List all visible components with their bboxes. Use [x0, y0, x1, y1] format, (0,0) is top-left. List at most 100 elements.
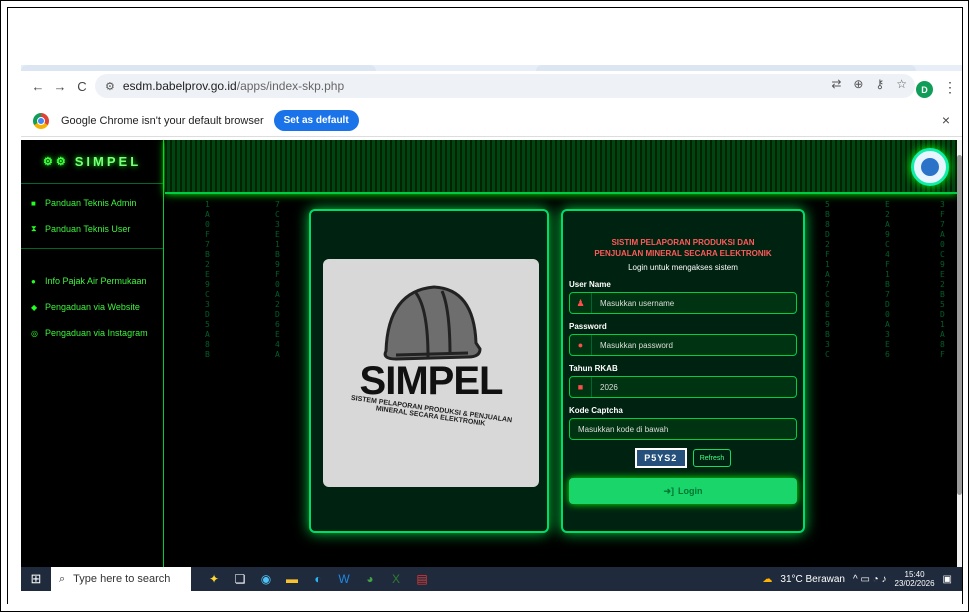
hourglass-icon: ⧗: [31, 224, 37, 233]
excel-icon[interactable]: X: [383, 572, 409, 586]
zoom-icon[interactable]: ⊕: [853, 77, 863, 91]
forward-button[interactable]: →: [49, 75, 71, 97]
captcha-placeholder: Masukkan kode di bawah: [578, 424, 669, 434]
word-icon[interactable]: W: [331, 572, 357, 586]
default-browser-infobar: Google Chrome isn't your default browser…: [21, 105, 962, 137]
sidebar-item-info-pajak[interactable]: ● Info Pajak Air Permukaan: [21, 268, 163, 294]
key-icon[interactable]: ⚷: [875, 77, 884, 91]
search-placeholder: Type here to search: [73, 573, 171, 585]
pdf-icon[interactable]: ▤: [409, 572, 435, 586]
brand-text: SIMPEL: [74, 154, 142, 169]
password-placeholder: Masukkan password: [600, 340, 673, 350]
captcha-image: P5YS2: [634, 448, 687, 468]
book-icon: ■: [31, 198, 36, 208]
main-area: 1A0F7B2E9C3D5A8B 7C3E1B9F0A2D6E4A 5B8D2F…: [165, 140, 957, 567]
widgets-icon[interactable]: ◉: [253, 572, 279, 586]
translate-icon[interactable]: ⇄: [831, 77, 841, 91]
login-card: SISTIM PELAPORAN PRODUKSI DAN PENJUALAN …: [561, 209, 805, 533]
notification-icon[interactable]: ▣: [943, 574, 952, 585]
year-label: Tahun RKAB: [569, 364, 618, 373]
simpel-logo: SIMPEL SISTEM PELAPORAN PRODUKSI & PENJU…: [323, 259, 539, 487]
clock-time: 15:40: [904, 570, 925, 579]
gears-icon: ⚙⚙: [43, 156, 69, 168]
edge-icon[interactable]: ◐: [305, 572, 331, 586]
username-label: User Name: [569, 280, 611, 289]
site-info-icon[interactable]: ⚙: [105, 80, 115, 93]
sidebar-item-label: Pengaduan via Instagram: [45, 328, 148, 338]
sidebar-item-panduan-user[interactable]: ⧗ Panduan Teknis User: [21, 216, 163, 242]
username-placeholder: Masukkan username: [600, 298, 675, 308]
calendar-icon: ■: [570, 377, 592, 397]
set-default-button[interactable]: Set as default: [273, 110, 359, 131]
address-bar[interactable]: ⚙ esdm.babelprov.go.id/apps/index-skp.ph…: [95, 74, 915, 98]
login-title-line2: PENJUALAN MINERAL SECARA ELEKTRONIK: [594, 249, 772, 258]
header-band: [165, 140, 957, 194]
sidebar: ⚙⚙ SIMPEL ■ Panduan Teknis Admin ⧗ Panduan…: [21, 140, 164, 567]
user-icon: ♟: [570, 293, 592, 313]
taskbar-clock[interactable]: 15:40 23/02/2026: [895, 570, 935, 588]
password-field[interactable]: ● Masukkan password: [569, 334, 797, 356]
province-emblem-icon: [911, 148, 949, 186]
omnibox-actions: ⇄ ⊕ ⚷ ☆: [831, 77, 907, 91]
scrollbar-thumb[interactable]: [957, 155, 962, 495]
login-title-line1: SISTIM PELAPORAN PRODUKSI DAN: [611, 238, 755, 247]
captcha-label: Kode Captcha: [569, 406, 623, 415]
weather-icon: ☁: [762, 573, 773, 585]
username-field[interactable]: ♟ Masukkan username: [569, 292, 797, 314]
sparkle-icon[interactable]: ✦: [201, 572, 227, 586]
matrix-rain: 1A0F7B2E9C3D5A8B: [205, 200, 210, 359]
url-path: /apps/index-skp.php: [236, 79, 345, 93]
logo-wordmark: SIMPEL: [359, 359, 504, 403]
weather-text[interactable]: 31°C Berawan: [780, 574, 845, 585]
matrix-rain: 7C3E1B9F0A2D6E4A: [275, 200, 280, 359]
infobar-message: Google Chrome isn't your default browser: [61, 114, 264, 127]
sidebar-divider: [21, 248, 163, 268]
refresh-captcha-button[interactable]: Refresh: [692, 449, 732, 467]
file-explorer-icon[interactable]: ▬: [279, 572, 305, 586]
reload-button[interactable]: C: [71, 75, 93, 97]
brand-logo[interactable]: ⚙⚙ SIMPEL: [21, 140, 163, 184]
back-button[interactable]: ←: [27, 75, 49, 97]
taskbar-search[interactable]: ⌕ Type here to search: [51, 567, 191, 591]
year-field[interactable]: ■ 2026: [569, 376, 797, 398]
sidebar-item-pengaduan-instagram[interactable]: ◎ Pengaduan via Instagram: [21, 320, 163, 346]
login-arrow-icon: ➜]: [663, 485, 675, 496]
instagram-icon: ◎: [31, 328, 38, 338]
browser-window: ← → C ⚙ esdm.babelprov.go.id/apps/index-…: [21, 65, 962, 567]
chrome-icon: [33, 112, 49, 129]
system-tray: ☁ 31°C Berawan ^ ▭ ◔ ♪ 15:40 23/02/2026 …: [762, 570, 952, 588]
lock-icon: ●: [570, 335, 592, 355]
matrix-rain: E2A9C4F1B7D0A3E6: [885, 200, 890, 359]
year-value: 2026: [600, 382, 618, 392]
login-button[interactable]: ➜] Login: [569, 478, 797, 504]
task-view-icon[interactable]: ❏: [227, 572, 253, 586]
tray-icons[interactable]: ^ ▭ ◔ ♪: [853, 574, 887, 585]
matrix-rain: 5B8D2F1A7C0E9B3C: [825, 200, 830, 359]
login-subtitle: Login untuk mengakses sistem: [628, 263, 738, 272]
logo-card: SIMPEL SISTEM PELAPORAN PRODUKSI & PENJU…: [309, 209, 549, 533]
login-button-label: Login: [678, 486, 703, 496]
profile-avatar[interactable]: D: [916, 81, 933, 98]
captcha-row: P5YS2 Refresh: [569, 448, 797, 468]
sidebar-item-label: Panduan Teknis Admin: [45, 198, 137, 208]
url-host: esdm.babelprov.go.id: [122, 79, 237, 93]
clock-date: 23/02/2026: [894, 579, 935, 588]
sidebar-item-panduan-admin[interactable]: ■ Panduan Teknis Admin: [21, 190, 163, 216]
simpel-page: ⚙⚙ SIMPEL ■ Panduan Teknis Admin ⧗ Panduan…: [21, 140, 957, 567]
bookmark-star-icon[interactable]: ☆: [896, 77, 907, 91]
infobar-close-icon[interactable]: ×: [942, 112, 950, 128]
matrix-rain: 3F7A0C9E2B5D1A8F: [940, 200, 945, 359]
captcha-field[interactable]: Masukkan kode di bawah: [569, 418, 797, 440]
chrome-taskbar-icon[interactable]: ◕: [357, 572, 383, 586]
windows-start-icon[interactable]: ⊞: [21, 571, 51, 587]
menu-kebab-icon[interactable]: ⋮: [943, 79, 957, 96]
sidebar-item-label: Pengaduan via Website: [45, 302, 140, 312]
chat-icon: ◆: [31, 302, 38, 312]
water-drop-icon: ●: [31, 276, 36, 286]
hard-hat-icon: [383, 285, 482, 361]
login-title: SISTIM PELAPORAN PRODUKSI DAN PENJUALAN …: [569, 237, 797, 259]
sidebar-item-pengaduan-website[interactable]: ◆ Pengaduan via Website: [21, 294, 163, 320]
screen-frame: ← → C ⚙ esdm.babelprov.go.id/apps/index-…: [0, 0, 969, 612]
sidebar-menu: ■ Panduan Teknis Admin ⧗ Panduan Teknis Us…: [21, 184, 163, 346]
browser-toolbar: ← → C ⚙ esdm.babelprov.go.id/apps/index-…: [21, 71, 962, 101]
